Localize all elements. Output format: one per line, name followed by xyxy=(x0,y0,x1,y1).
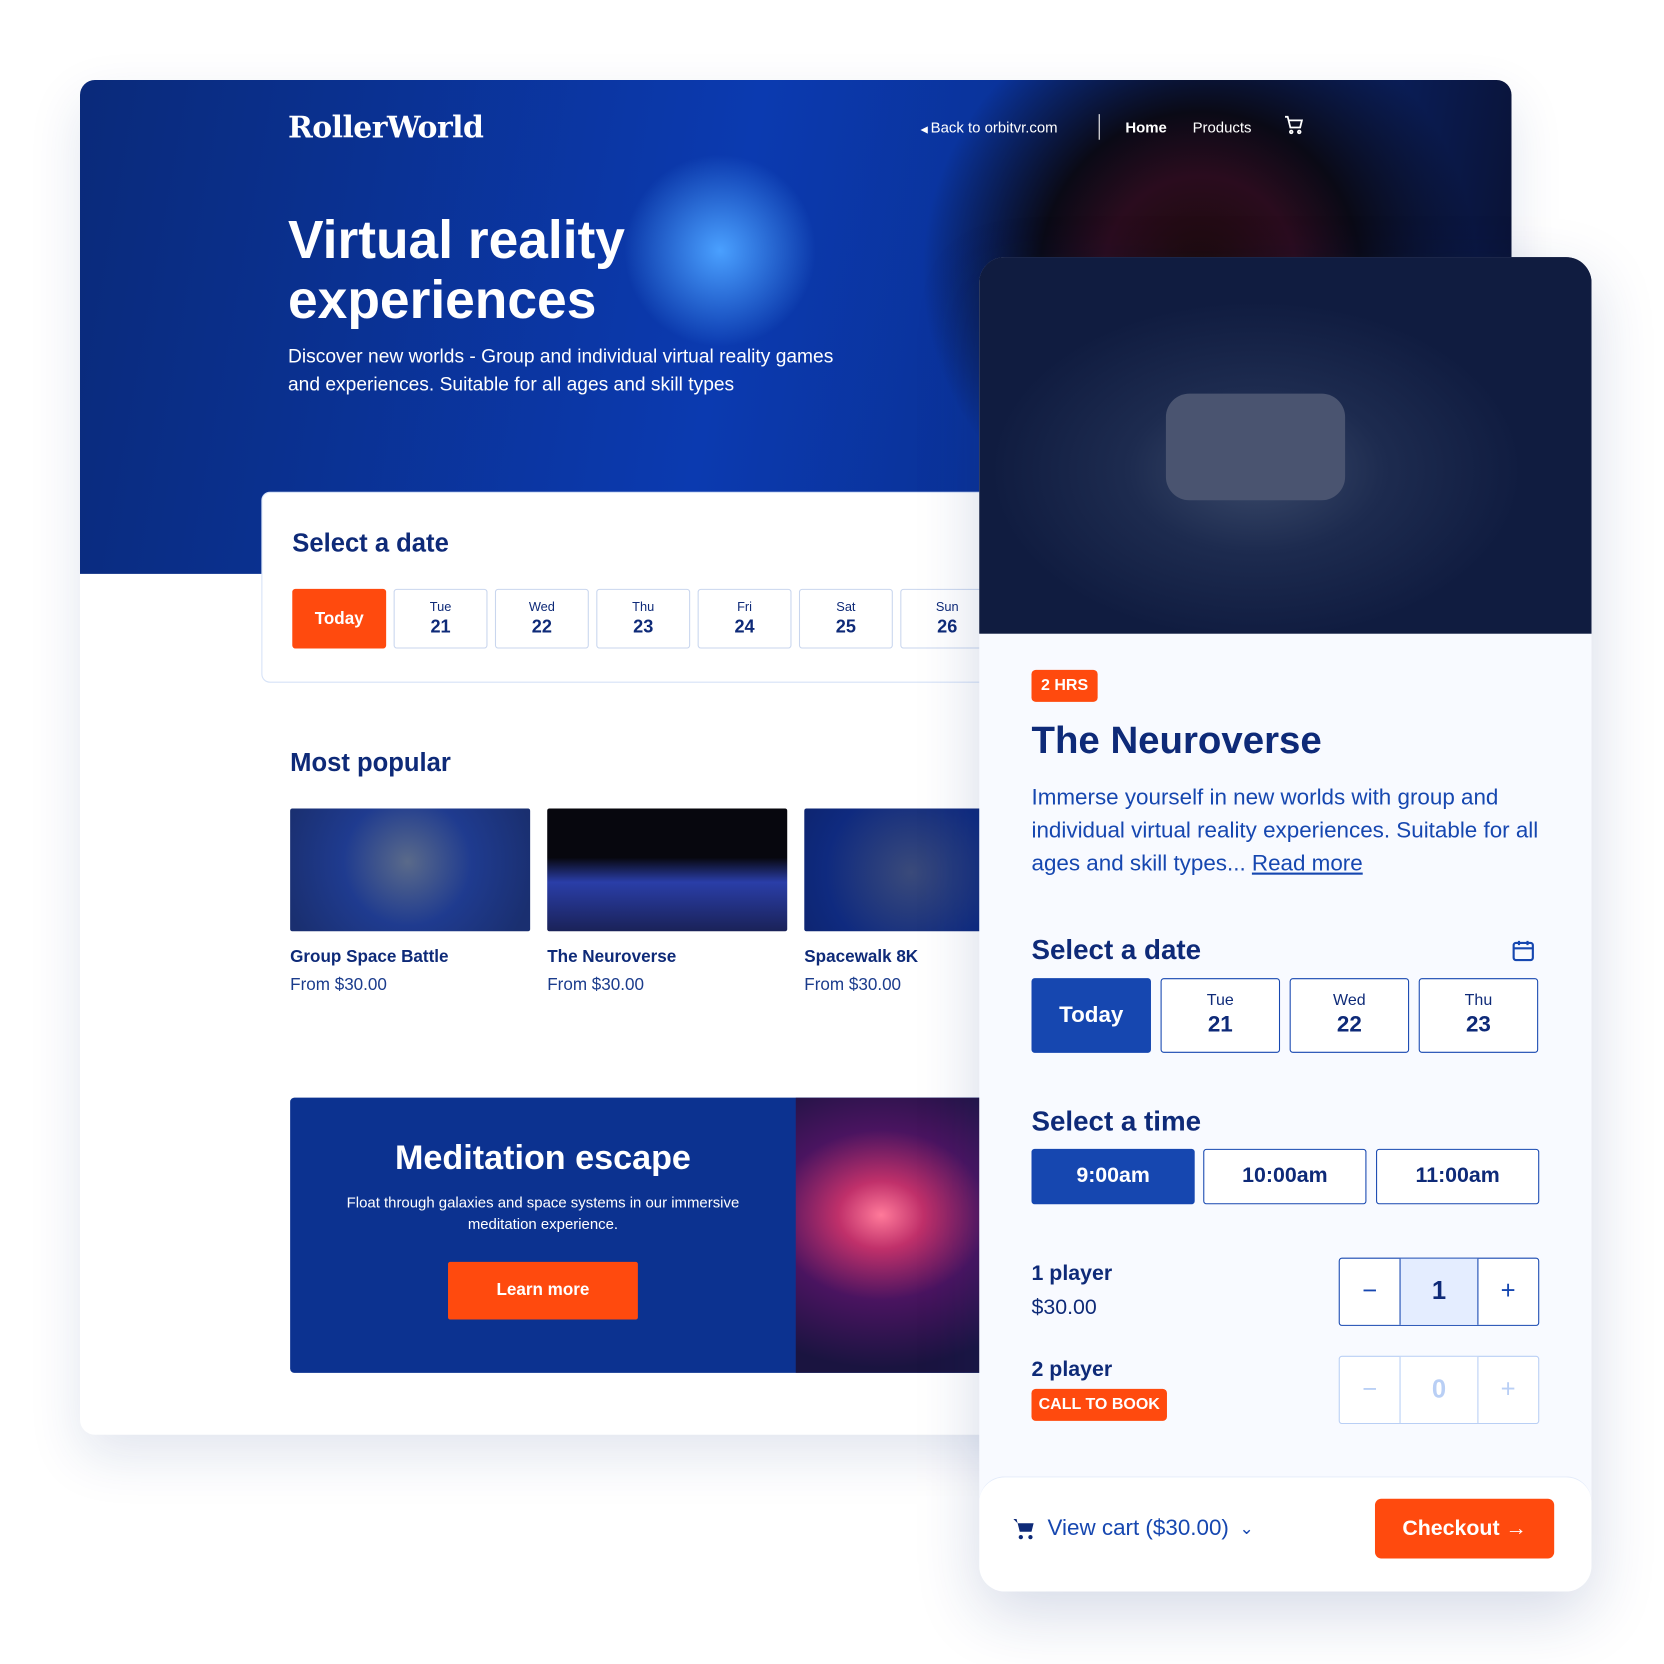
date-tue-21[interactable]: Tue 21 xyxy=(1160,978,1281,1053)
day: Sat xyxy=(836,599,856,615)
time-11am[interactable]: 11:00am xyxy=(1376,1148,1540,1205)
chevron-down-icon: ⌄ xyxy=(1239,1520,1254,1539)
back-link[interactable]: ◀ Back to orbitvr.com xyxy=(921,118,1058,135)
nav-home[interactable]: Home xyxy=(1125,118,1167,135)
day: Tue xyxy=(429,599,452,615)
day: Thu xyxy=(1464,990,1493,1010)
num: 21 xyxy=(1207,1012,1233,1037)
vr-headset-shape xyxy=(1165,393,1346,501)
num: 23 xyxy=(1465,1012,1491,1037)
product-image xyxy=(547,808,788,932)
duration-badge: 2 HRS xyxy=(1031,669,1098,702)
view-cart-button[interactable]: View cart ($30.00) ⌄ xyxy=(1011,1516,1254,1542)
product-card[interactable]: Group Space Battle From $30.00 xyxy=(290,808,531,996)
date-wed-22[interactable]: Wed 22 xyxy=(1289,978,1410,1053)
date-title: Select a date xyxy=(1031,933,1202,966)
nav-divider xyxy=(1098,114,1100,140)
product-name: The Neuroverse xyxy=(547,948,677,967)
hero-subtitle: Discover new worlds - Group and individu… xyxy=(288,345,834,395)
date-today[interactable]: Today xyxy=(292,588,387,649)
call-to-book-badge: CALL TO BOOK xyxy=(1031,1388,1167,1421)
cart-icon xyxy=(1013,1518,1034,1540)
date-thu-23[interactable]: Thu 23 xyxy=(1418,978,1539,1053)
num: 22 xyxy=(531,616,552,637)
read-more-link[interactable]: Read more xyxy=(1252,851,1363,876)
plus-button[interactable]: + xyxy=(1478,1259,1538,1325)
calendar-icon[interactable] xyxy=(1510,938,1536,969)
num: 22 xyxy=(1336,1012,1362,1037)
product-hero-image xyxy=(979,257,1592,634)
cart-icon[interactable] xyxy=(1283,114,1304,139)
minus-button[interactable]: − xyxy=(1340,1259,1400,1325)
day: Fri xyxy=(737,599,753,615)
day: Wed xyxy=(528,599,555,615)
ticket-name: 1 player xyxy=(1031,1261,1113,1286)
banner-title: Meditation escape xyxy=(394,1138,691,1177)
promo-banner: Meditation escape Float through galaxies… xyxy=(290,1097,1080,1373)
minus-button: − xyxy=(1362,1374,1378,1404)
arrow-right-icon: → xyxy=(1505,1516,1527,1541)
date-today[interactable]: Today xyxy=(1031,978,1151,1053)
date-picker-card: Select a date Today Tue 21 Wed 22 Thu 23 Fr… xyxy=(261,491,1073,683)
num: 25 xyxy=(835,616,856,637)
time-9am[interactable]: 9:00am xyxy=(1031,1148,1195,1205)
date-sat-25[interactable]: Sat 25 xyxy=(798,588,893,649)
quantity-stepper: −1 + xyxy=(1338,1257,1540,1326)
product-price: From $30.00 xyxy=(290,976,387,995)
day: Thu xyxy=(632,599,655,615)
ticket-price: $30.00 xyxy=(1031,1296,1097,1320)
banner-text: Float through galaxies and space systems… xyxy=(346,1193,740,1233)
checkout-label: Checkout xyxy=(1402,1516,1500,1541)
checkout-button[interactable]: Checkout → xyxy=(1374,1498,1555,1559)
date-fri-24[interactable]: Fri 24 xyxy=(697,588,792,649)
date-tue-21[interactable]: Tue 21 xyxy=(393,588,488,649)
date-thu-23[interactable]: Thu 23 xyxy=(596,588,691,649)
booking-panel: 2 HRS The Neuroverse Immerse yourself in… xyxy=(979,257,1592,1592)
day: Wed xyxy=(1333,990,1366,1010)
time-title: Select a time xyxy=(1031,1105,1202,1138)
num: 21 xyxy=(430,616,451,637)
popular-title: Most popular xyxy=(290,748,451,778)
learn-more-button[interactable]: Learn more xyxy=(448,1261,638,1320)
product-title: The Neuroverse xyxy=(1031,717,1322,762)
hero-title: Virtual reality experiences xyxy=(288,210,625,330)
logo: RollerWorld xyxy=(288,109,484,146)
cart-footer: View cart ($30.00) ⌄ Checkout → xyxy=(979,1476,1592,1592)
quantity-value: 0 xyxy=(1399,1356,1479,1423)
num: 23 xyxy=(633,616,654,637)
ticket-name: 2 player xyxy=(1031,1357,1113,1382)
date-wed-22[interactable]: Wed 22 xyxy=(494,588,589,649)
product-name: Group Space Battle xyxy=(290,948,449,967)
date-title: Select a date xyxy=(292,529,449,558)
quantity-value[interactable]: 1 xyxy=(1399,1258,1479,1325)
cart-label: View cart ($30.00) xyxy=(1047,1515,1229,1541)
product-price: From $30.00 xyxy=(547,976,644,995)
product-description: Immerse yourself in new worlds with grou… xyxy=(1031,781,1554,880)
product-image xyxy=(290,808,531,932)
time-10am[interactable]: 10:00am xyxy=(1203,1148,1367,1205)
product-card[interactable]: The Neuroverse From $30.00 xyxy=(547,808,788,996)
num: 24 xyxy=(734,616,755,637)
quantity-stepper-disabled: −0 + xyxy=(1338,1355,1540,1425)
plus-button: + xyxy=(1500,1374,1516,1404)
day: Tue xyxy=(1206,990,1234,1010)
nav-products[interactable]: Products xyxy=(1193,118,1252,135)
caret-left-icon: ◀ xyxy=(920,123,931,135)
